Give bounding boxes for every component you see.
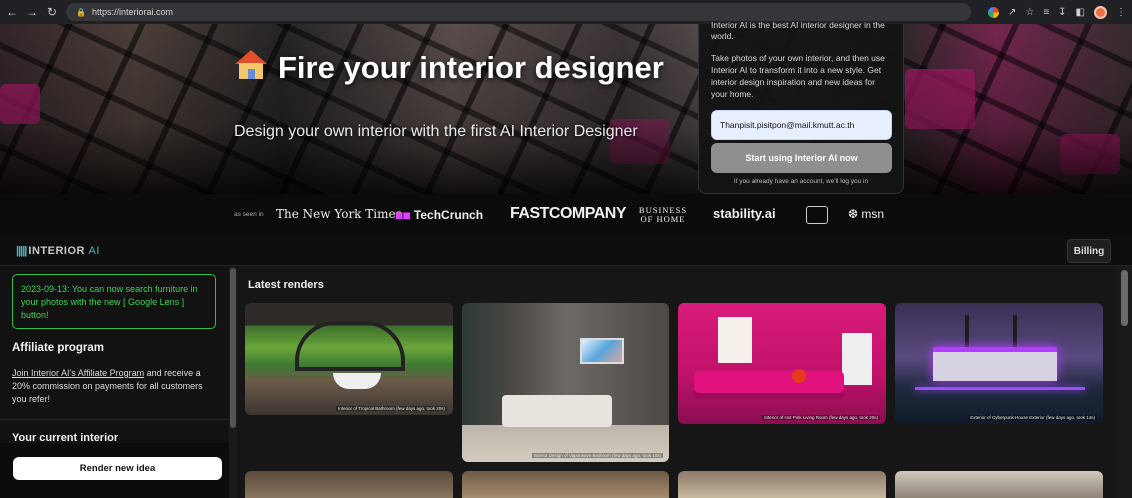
render-card-bathroom[interactable]: Interior of Tropical Bathroom (few days … (245, 303, 453, 415)
render-lamp (792, 369, 806, 383)
techcrunch-text: TechCrunch (413, 208, 484, 222)
login-note: If you already have an account, we'll lo… (733, 178, 869, 185)
side-panel-icon[interactable]: ◧ (1076, 7, 1085, 18)
hero-title: Fire your interior designer (234, 50, 674, 85)
render-card-partial[interactable] (895, 471, 1103, 498)
fastcompany-logo: FASTCOMPANY (510, 205, 626, 222)
billing-button[interactable]: Billing (1067, 239, 1111, 263)
render-wall-art (580, 338, 624, 364)
google-icon[interactable] (987, 6, 999, 18)
render-card-house-exterior[interactable]: Exterior of Cyberpunk House Exterior (fe… (895, 303, 1103, 424)
download-icon[interactable]: ↧ (1058, 7, 1066, 18)
render-footer: Render new idea (0, 443, 229, 498)
render-bed (502, 395, 612, 427)
render-caption: Interior Design of Vaporwave Bedroom (fe… (531, 453, 663, 458)
render-palm (965, 315, 969, 351)
lock-icon: 🔒 (76, 7, 86, 17)
render-new-idea-button[interactable]: Render new idea (13, 457, 222, 480)
render-caption: Interior of Tropical Bathroom (few days … (335, 406, 447, 411)
render-card-partial[interactable] (678, 471, 886, 498)
render-caption: Exterior of Cyberpunk House Exterior (fe… (968, 415, 1097, 420)
signup-card: Interior AI is the best AI interior desi… (698, 20, 904, 194)
hero-subtitle: Design your own interior with the first … (234, 123, 638, 140)
render-card-living-room[interactable]: Interior of Hot Pink Living Room (few da… (678, 303, 886, 424)
render-window-frame (295, 321, 405, 371)
main-scrollbar-thumb[interactable] (1121, 270, 1128, 326)
url-text: https://interiorai.com (91, 7, 173, 17)
render-window (718, 317, 752, 363)
app-header: ||||| INTERIOR AI Billing (0, 236, 1132, 266)
signup-intro-text: Interior AI is the best AI interior desi… (711, 20, 885, 41)
interior-ai-logo[interactable]: ||||| INTERIOR AI (16, 245, 100, 257)
update-notice: 2023-09-13: You can now search furniture… (12, 274, 216, 329)
share-icon[interactable]: ↗ (1008, 7, 1016, 18)
browser-toolbar: ← → ↻ 🔒 https://interiorai.com ↗ ☆ ≡ ↧ ◧… (0, 0, 1132, 24)
render-shelf (842, 333, 872, 385)
msn-logo: ❆ msn (848, 207, 884, 221)
render-card-partial[interactable] (245, 471, 453, 498)
render-caption: Interior of Hot Pink Living Room (few da… (762, 415, 880, 420)
reload-icon[interactable]: ↻ (46, 5, 58, 19)
sidebar-divider (0, 419, 229, 420)
render-house (933, 347, 1057, 381)
techcrunch-logo: ■■ TechCrunch (395, 207, 483, 223)
affiliate-text: Join Interior AI's Affiliate Program and… (12, 367, 218, 406)
hero-banner: Fire your interior designer Design your … (0, 24, 1132, 194)
brand-ai-text: AI (88, 245, 100, 257)
back-icon[interactable]: ← (6, 5, 18, 19)
sidebar: 2023-09-13: You can now search furniture… (0, 266, 230, 498)
signup-description: Take photos of your own interior, and th… (711, 53, 885, 99)
latest-renders-title: Latest renders (248, 279, 324, 291)
profile-avatar[interactable] (1094, 5, 1107, 19)
render-neon-glow (915, 387, 1085, 390)
techcrunch-mark-icon: ■■ (395, 207, 411, 223)
affiliate-link[interactable]: Join Interior AI's Affiliate Program (12, 368, 144, 378)
address-bar[interactable]: 🔒 https://interiorai.com (66, 3, 971, 21)
logo-bars-icon: ||||| (16, 245, 27, 257)
main-content: Latest renders Interior of Tropical Bath… (237, 266, 1117, 498)
forward-icon[interactable]: → (26, 5, 38, 19)
hero-title-text: Fire your interior designer (278, 50, 664, 85)
reading-list-icon[interactable]: ≡ (1043, 7, 1049, 18)
browser-tools: ↗ ☆ ≡ ↧ ◧ ⋮ (987, 5, 1126, 19)
render-card-partial[interactable] (462, 471, 669, 498)
start-button[interactable]: Start using Interior AI now (711, 143, 892, 173)
main-scrollbar[interactable] (1117, 266, 1132, 498)
house-icon (234, 50, 268, 80)
sidebar-scrollbar-thumb[interactable] (230, 268, 236, 428)
msn-butterfly-icon: ❆ (848, 207, 859, 221)
browser-nav: ← → ↻ (6, 5, 60, 19)
msn-text: msn (861, 207, 885, 221)
email-field[interactable]: Thanpisit.pisitpon@mail.kmutt.ac.th (711, 110, 892, 140)
cambridge-logo-icon (806, 206, 828, 224)
press-logos: as seen in The New York Times ■■ TechCrun… (0, 194, 1132, 236)
star-icon[interactable]: ☆ (1025, 7, 1034, 18)
render-card-bedroom[interactable]: Interior Design of Vaporwave Bedroom (fe… (462, 303, 669, 462)
brand-text: INTERIOR (28, 245, 85, 257)
render-sofa (694, 371, 844, 399)
render-bathtub (333, 373, 381, 389)
as-seen-in-label: as seen in (234, 211, 264, 218)
menu-icon[interactable]: ⋮ (1116, 7, 1126, 18)
sidebar-scrollbar[interactable] (229, 266, 237, 498)
nyt-logo: The New York Times (276, 207, 402, 221)
affiliate-title: Affiliate program (12, 342, 105, 354)
business-of-home-logo: BUSINESS OF HOME (638, 205, 688, 224)
stability-logo: stability.ai (713, 206, 776, 221)
render-palm (1013, 315, 1017, 351)
